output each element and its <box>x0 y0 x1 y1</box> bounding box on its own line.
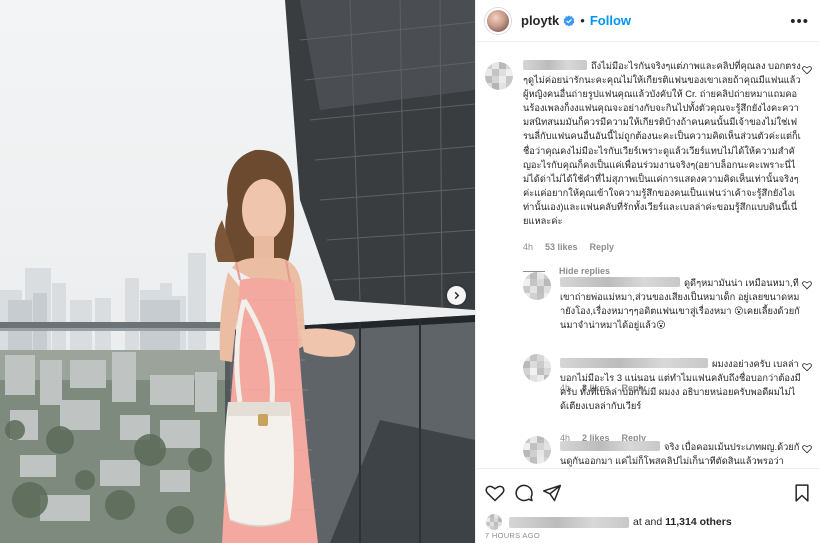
heart-icon[interactable] <box>802 362 812 372</box>
post-header: ploytk • Follow ••• <box>476 0 820 42</box>
reply-avatar[interactable] <box>523 354 551 382</box>
commenter-username-redacted[interactable] <box>523 60 587 70</box>
comment-likes[interactable]: 53 likes <box>545 242 578 252</box>
heart-icon[interactable] <box>802 280 812 290</box>
liker-avatar <box>485 513 503 531</box>
replier-username-redacted[interactable] <box>560 358 708 368</box>
reply-body: ดูดีๆหมามันน่า เหมือนหมา,ทีเขาถ่ายพ่อแม่… <box>560 276 801 332</box>
hide-replies-label: Hide replies <box>559 266 611 276</box>
next-photo-button[interactable] <box>447 286 466 305</box>
likes-summary[interactable]: at and 11,314 others <box>485 513 732 531</box>
post-photo[interactable] <box>0 0 475 543</box>
likes-count[interactable]: 11,314 others <box>665 516 732 528</box>
heart-icon[interactable] <box>485 483 505 503</box>
liker-username-redacted[interactable] <box>509 516 629 528</box>
reply-body: จริง เบื่อคอมเม้นประเภทผญ.ด้วยกันดูกันออ… <box>560 440 801 468</box>
chevron-right-icon <box>454 291 460 300</box>
comments-list[interactable]: ถึงไม่มีอะไรกันจริงๆแต่ภาพและคลิปที่คุณล… <box>476 43 820 468</box>
comment-meta: 4h 53 likes Reply <box>523 242 626 252</box>
reply-button[interactable]: Reply <box>590 242 615 252</box>
reply-avatar[interactable] <box>523 436 551 464</box>
comment-text: ถึงไม่มีอะไรกันจริงๆแต่ภาพและคลิปที่คุณล… <box>523 61 801 227</box>
replier-username-redacted[interactable] <box>560 441 660 451</box>
verified-badge-icon <box>563 14 575 26</box>
heart-icon[interactable] <box>802 444 812 454</box>
post-timestamp[interactable]: 7 HOURS AGO <box>485 531 540 540</box>
comment-time: 4h <box>523 242 534 252</box>
reply-avatar[interactable] <box>523 272 551 300</box>
bookmark-icon[interactable] <box>792 483 812 503</box>
more-options-button[interactable]: ••• <box>790 13 809 30</box>
post-side-panel: ploytk • Follow ••• ถึงไม่มีอะไรกันจริงๆ… <box>475 0 820 543</box>
comment-icon[interactable] <box>514 483 534 503</box>
reply-body: ผมงงอย่างครับ เบลล่าบอกไม่มีอะไร 3 แน่นอ… <box>560 357 801 413</box>
replier-username-redacted[interactable] <box>560 277 680 287</box>
heart-icon[interactable] <box>802 65 812 75</box>
author-avatar[interactable] <box>485 7 511 34</box>
header-separator: • <box>580 13 585 28</box>
photo-scene <box>0 0 475 543</box>
comment-body: ถึงไม่มีอะไรกันจริงๆแต่ภาพและคลิปที่คุณล… <box>523 59 801 228</box>
commenter-avatar[interactable] <box>485 62 513 90</box>
paper-plane-icon[interactable] <box>542 483 562 503</box>
follow-button[interactable]: Follow <box>590 13 631 28</box>
author-username[interactable]: ploytk <box>521 13 559 28</box>
likes-connector: at and <box>633 516 663 528</box>
